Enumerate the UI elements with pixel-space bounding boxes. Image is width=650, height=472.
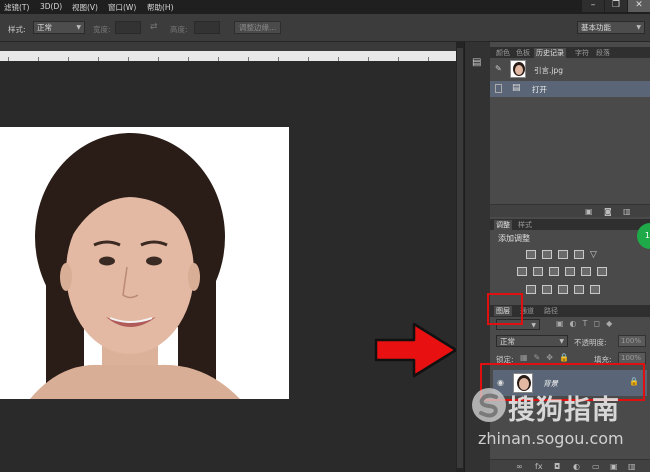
lock-icons[interactable]: ▦✎✥🔒 (520, 353, 575, 362)
style-label: 样式: (8, 25, 26, 34)
photo-filter-icon[interactable] (565, 267, 575, 276)
opacity-label: 不透明度: (574, 338, 607, 347)
color-lookup-icon[interactable] (597, 267, 607, 276)
invert-icon[interactable] (526, 285, 536, 294)
chevron-down-icon: ▼ (76, 24, 81, 31)
menu-window[interactable]: 窗口(W) (108, 2, 136, 13)
chevron-down-icon: ▼ (531, 322, 536, 329)
document-icon: ▤ (512, 83, 521, 93)
vibrance-icon[interactable]: ▽ (590, 250, 600, 260)
style-select[interactable]: 正常 ▼ (33, 21, 85, 34)
channel-mixer-icon[interactable] (581, 267, 591, 276)
tab-adjustments[interactable]: 调整 (494, 220, 512, 230)
width-label: 宽度: (93, 25, 111, 34)
history-panel-tabs: 颜色 色板 历史记录 字符 段落 (490, 47, 650, 58)
tab-history[interactable]: 历史记录 (534, 48, 566, 58)
snapshot-thumbnail (510, 60, 526, 78)
trash-icon[interactable]: ▥ (628, 462, 636, 471)
menu-3d[interactable]: 3D(D) (40, 2, 62, 11)
threshold-icon[interactable] (558, 285, 568, 294)
height-field[interactable] (194, 21, 220, 34)
refine-edge-button[interactable]: 调整边缘... (234, 21, 282, 34)
snapshot-name: 引言.jpg (534, 66, 563, 75)
options-bar: 样式: 正常 ▼ 宽度: ⇄ 高度: 调整边缘... 基本功能 ▼ (0, 14, 650, 42)
document-tab-strip (0, 42, 456, 51)
adjustment-layer-icon[interactable]: ◐ (573, 462, 580, 471)
horizontal-ruler (0, 51, 456, 61)
red-arrow (374, 322, 458, 378)
tab-paragraph[interactable]: 段落 (594, 48, 612, 58)
adjustments-panel-tabs: 调整 样式 (490, 219, 650, 230)
link-layers-icon[interactable]: ∞ (516, 462, 523, 471)
style-select-value: 正常 (37, 23, 52, 32)
layers-panel-footer: ∞ fx ◘ ◐ ▭ ▣ ▥ (490, 459, 650, 472)
menu-view[interactable]: 视图(V) (72, 2, 98, 13)
window-controls: – ❐ ✕ (581, 0, 650, 14)
restore-button[interactable]: ❐ (605, 0, 627, 12)
layers-tab-highlight (487, 293, 523, 325)
gradient-map-icon[interactable] (574, 285, 584, 294)
history-step-label: 打开 (532, 85, 547, 94)
black-white-icon[interactable] (549, 267, 559, 276)
tab-color[interactable]: 颜色 (494, 48, 512, 58)
sogou-logo-icon (472, 388, 506, 422)
blend-mode-select[interactable]: 正常 ▼ (496, 335, 568, 347)
exposure-icon[interactable] (574, 250, 584, 259)
history-snapshot-row[interactable]: ✎ 引言.jpg (490, 60, 650, 78)
tab-styles[interactable]: 样式 (516, 220, 534, 230)
vertical-scrollbar[interactable] (456, 42, 464, 472)
close-button[interactable]: ✕ (628, 0, 650, 12)
scrollbar-thumb[interactable] (457, 48, 463, 468)
step-checkbox[interactable] (495, 84, 502, 93)
tab-paths[interactable]: 路径 (542, 306, 560, 316)
chevron-down-icon: ▼ (559, 338, 564, 345)
new-group-icon[interactable]: ▭ (592, 462, 600, 471)
posterize-icon[interactable] (542, 285, 552, 294)
camera-icon[interactable]: ◙ (604, 207, 612, 216)
menu-filter[interactable]: 滤镜(T) (4, 2, 29, 13)
workspace-select-value: 基本功能 (581, 23, 611, 32)
balance-icon[interactable] (533, 267, 543, 276)
selective-color-icon[interactable] (590, 285, 600, 294)
tab-swatches[interactable]: 色板 (514, 48, 532, 58)
swap-icon[interactable]: ⇄ (150, 22, 158, 32)
trash-icon[interactable]: ▥ (623, 207, 631, 216)
chevron-down-icon: ▼ (636, 24, 641, 31)
watermark-brand: 搜狗指南 (508, 395, 620, 426)
menu-help[interactable]: 帮助(H) (147, 2, 174, 13)
history-panel-footer: ▣ ◙ ▥ (490, 204, 650, 217)
height-label: 高度: (170, 25, 188, 34)
new-document-icon[interactable]: ▣ (585, 207, 593, 216)
history-step-row[interactable]: ▤ 打开 (490, 81, 650, 97)
add-mask-icon[interactable]: ◘ (554, 462, 560, 471)
opacity-field[interactable]: 100% (618, 335, 646, 347)
workspace-select[interactable]: 基本功能 ▼ (577, 21, 645, 34)
brightness-icon[interactable] (526, 250, 536, 259)
curves-icon[interactable] (558, 250, 568, 259)
tab-character[interactable]: 字符 (573, 48, 591, 58)
width-field[interactable] (115, 21, 141, 34)
minimize-button[interactable]: – (582, 0, 604, 12)
hue-icon[interactable] (517, 267, 527, 276)
fx-icon[interactable]: fx (535, 462, 543, 471)
document-image[interactable] (0, 127, 289, 399)
blend-mode-value: 正常 (500, 337, 515, 346)
layer-filter-icons[interactable]: ▣◐T◻◆ (556, 319, 618, 328)
levels-icon[interactable] (542, 250, 552, 259)
brush-icon: ✎ (495, 64, 502, 73)
adjustments-title: 添加调整 (498, 234, 530, 243)
menu-bar: 滤镜(T) 3D(D) 视图(V) 窗口(W) 帮助(H) – ❐ ✕ (0, 0, 650, 14)
new-layer-icon[interactable]: ▣ (610, 462, 618, 471)
history-panel-icon[interactable]: ▤ (472, 57, 481, 68)
watermark-url: zhinan.sogou.com (478, 429, 624, 448)
portrait-photo (0, 127, 289, 399)
